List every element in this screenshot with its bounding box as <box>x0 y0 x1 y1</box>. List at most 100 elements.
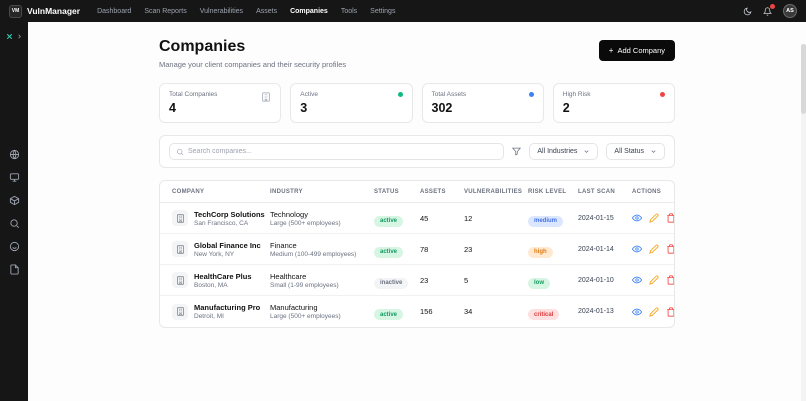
delete-icon[interactable] <box>666 275 674 285</box>
assets-count: 45 <box>420 213 429 223</box>
nav-tools[interactable]: Tools <box>341 8 357 15</box>
assets-count: 78 <box>420 244 429 254</box>
company-location: Boston, MA <box>194 281 228 289</box>
nav-settings[interactable]: Settings <box>370 8 395 15</box>
close-icon <box>6 33 13 40</box>
last-scan-date: 2024-01-14 <box>578 245 614 253</box>
col-industry: INDUSTRY <box>270 188 303 195</box>
stat-label: Total Companies <box>169 91 218 98</box>
package-icon[interactable] <box>9 195 20 206</box>
company-name: TechCorp Solutions <box>194 209 265 219</box>
stat-label: High Risk <box>562 91 591 98</box>
page-title: Companies <box>159 38 246 55</box>
add-company-button[interactable]: + Add Company <box>598 40 675 61</box>
company-name: Global Finance Inc <box>194 240 261 250</box>
delete-icon[interactable] <box>666 213 674 223</box>
company-size: Medium (100-499 employees) <box>270 250 357 258</box>
search-input[interactable] <box>188 148 498 155</box>
plus-icon: + <box>608 45 614 55</box>
building-icon <box>261 92 271 102</box>
delete-icon[interactable] <box>666 244 674 254</box>
assets-count: 156 <box>420 307 433 316</box>
chevron-down-icon <box>650 148 657 155</box>
stat-high-risk: High Risk 2 <box>552 83 675 123</box>
green-dot-icon <box>397 92 403 97</box>
red-dot-icon <box>660 92 665 97</box>
table-row[interactable]: TechCorp Solutions San Francisco, CA Tec… <box>160 203 674 234</box>
scrollbar[interactable] <box>801 44 806 401</box>
vulnerabilities-count: 12 <box>464 213 473 223</box>
company-size: Small (1-99 employees) <box>270 281 339 289</box>
view-icon[interactable] <box>632 244 642 254</box>
industry-name: Manufacturing <box>270 303 318 312</box>
table-row[interactable]: Global Finance Inc New York, NY Finance … <box>160 234 674 265</box>
col-last-scan: LAST SCAN <box>578 188 616 195</box>
primary-nav: Dashboard Scan Reports Vulnerabilities A… <box>97 8 395 15</box>
status-badge: active <box>374 309 404 320</box>
status-filter-select[interactable]: All Status <box>606 143 665 160</box>
filter-bar: All Industries All Status <box>159 135 675 168</box>
vulnerabilities-count: 23 <box>464 244 473 254</box>
topbar-right: AS <box>743 3 797 18</box>
nav-assets[interactable]: Assets <box>256 8 277 15</box>
stat-total-assets: Total Assets 302 <box>421 83 544 123</box>
nav-companies[interactable]: Companies <box>290 8 328 15</box>
top-navbar: VM VulnManager Dashboard Scan Reports Vu… <box>0 0 806 22</box>
stat-total-companies: Total Companies 4 <box>159 83 282 123</box>
search-icon <box>176 148 184 156</box>
table-row[interactable]: HealthCare Plus Boston, MA Healthcare Sm… <box>160 265 674 296</box>
blue-dot-icon <box>528 92 534 97</box>
edit-icon[interactable] <box>649 213 659 223</box>
notifications-bell-icon[interactable] <box>763 3 775 16</box>
company-name: Manufacturing Pro <box>194 303 261 312</box>
nav-dashboard[interactable]: Dashboard <box>97 8 131 15</box>
stat-label: Active <box>300 91 318 98</box>
industry-filter-select[interactable]: All Industries <box>529 143 599 160</box>
company-size: Large (500+ employees) <box>270 219 341 227</box>
app-logo: VM <box>9 4 22 18</box>
smiley-icon[interactable] <box>9 241 20 252</box>
edit-icon[interactable] <box>649 244 659 254</box>
sidebar-icon-group <box>9 149 20 275</box>
scrollbar-thumb[interactable] <box>801 44 806 114</box>
filter-funnel-icon[interactable] <box>512 147 522 156</box>
building-icon <box>172 303 188 320</box>
edit-icon[interactable] <box>649 307 659 317</box>
file-icon[interactable] <box>9 264 20 275</box>
risk-badge: high <box>528 246 553 258</box>
col-risk-level: RISK LEVEL <box>528 188 567 195</box>
view-icon[interactable] <box>632 213 642 223</box>
dark-mode-icon[interactable] <box>743 7 752 16</box>
view-icon[interactable] <box>632 307 642 317</box>
building-icon <box>172 210 188 226</box>
stat-value: 302 <box>431 101 453 115</box>
stat-value: 4 <box>169 101 176 115</box>
nav-scan-reports[interactable]: Scan Reports <box>144 8 186 15</box>
industry-name: Finance <box>270 240 297 250</box>
view-icon[interactable] <box>632 275 642 285</box>
brand-name: VulnManager <box>27 6 81 16</box>
page-header: Companies Manage your client companies a… <box>159 38 675 69</box>
risk-badge: low <box>528 277 550 289</box>
company-location: San Francisco, CA <box>194 219 249 227</box>
avatar[interactable]: AS <box>783 4 797 18</box>
table-header-row: COMPANY INDUSTRY STATUS ASSETS VULNERABI… <box>160 181 674 203</box>
status-badge: active <box>374 246 404 258</box>
col-vulnerabilities: VULNERABILITIES <box>464 188 523 195</box>
monitor-icon[interactable] <box>9 172 20 183</box>
table-row[interactable]: Manufacturing Pro Detroit, MI Manufactur… <box>160 296 674 327</box>
building-icon <box>172 241 188 257</box>
delete-icon[interactable] <box>666 306 674 317</box>
chevron-down-icon <box>583 148 590 155</box>
last-scan-date: 2024-01-10 <box>578 276 614 284</box>
nav-vulnerabilities[interactable]: Vulnerabilities <box>200 8 243 15</box>
stat-label: Total Assets <box>431 91 467 98</box>
stats-row: Total Companies 4 Active 3 Total Assets … <box>159 83 675 123</box>
company-location: New York, NY <box>194 250 235 258</box>
col-company: COMPANY <box>172 188 205 195</box>
edit-icon[interactable] <box>649 275 659 285</box>
sidebar-toggle[interactable] <box>5 32 23 41</box>
globe-icon[interactable] <box>9 149 20 160</box>
search-icon[interactable] <box>9 218 20 229</box>
risk-badge: medium <box>528 215 564 227</box>
